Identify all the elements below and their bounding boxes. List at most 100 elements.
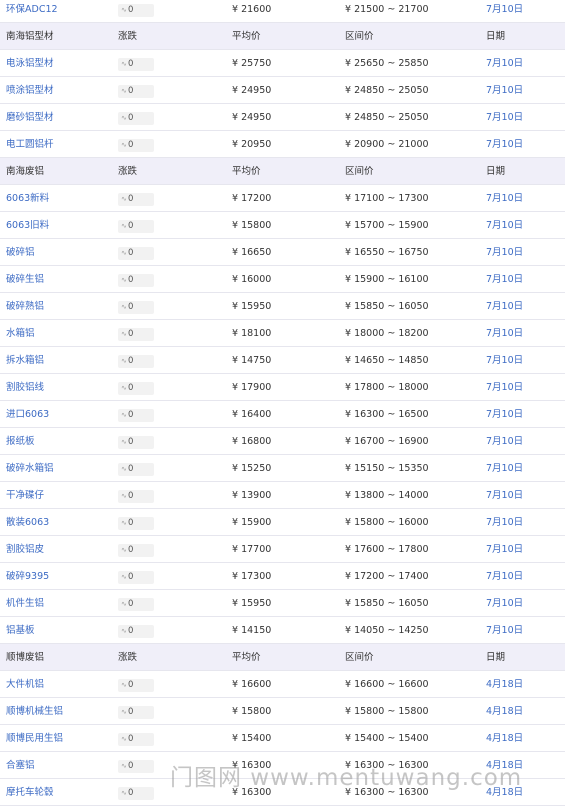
- product-name-link[interactable]: 拆水箱铝: [6, 347, 44, 374]
- change-value: 0: [128, 221, 134, 231]
- product-name-link[interactable]: 破碎生铝: [6, 266, 44, 293]
- range-high: 16900: [398, 436, 429, 447]
- date-link[interactable]: 7月10日: [486, 455, 523, 482]
- date-link[interactable]: 7月10日: [486, 212, 523, 239]
- change-cell: ∿ 0: [118, 0, 154, 23]
- range-high: 15800: [398, 706, 429, 717]
- currency-symbol: ¥: [345, 85, 352, 96]
- average-price: ¥ 16300: [232, 779, 271, 806]
- product-name-link[interactable]: 散装6063: [6, 509, 49, 536]
- wave-icon: ∿: [121, 222, 127, 230]
- product-name-link[interactable]: 6063新料: [6, 185, 49, 212]
- date-link[interactable]: 7月10日: [486, 509, 523, 536]
- product-name-link[interactable]: 磨砂铝型材: [6, 104, 54, 131]
- range-separator: ~: [384, 328, 399, 339]
- currency-symbol: ¥: [232, 301, 239, 312]
- wave-icon: ∿: [121, 465, 127, 473]
- date-link[interactable]: 7月10日: [486, 563, 523, 590]
- change-value: 0: [128, 275, 134, 285]
- date-link[interactable]: 7月10日: [486, 266, 523, 293]
- date-link[interactable]: 7月10日: [486, 185, 523, 212]
- range-price: ¥ 14650 ~ 14850: [345, 347, 429, 374]
- date-link[interactable]: 7月10日: [486, 482, 523, 509]
- range-low: 15800: [354, 706, 385, 717]
- column-header-change: 涨跌: [118, 166, 138, 177]
- wave-icon: ∿: [121, 60, 127, 68]
- currency-symbol: ¥: [345, 139, 352, 150]
- product-name-link[interactable]: 割胶铝线: [6, 374, 44, 401]
- date-link[interactable]: 7月10日: [486, 293, 523, 320]
- product-name-link[interactable]: 电工圆铝杆: [6, 131, 54, 158]
- change-badge: ∿ 0: [118, 301, 154, 314]
- product-name-link[interactable]: 水箱铝: [6, 320, 35, 347]
- product-name-link[interactable]: 报纸板: [6, 428, 35, 455]
- product-name-link[interactable]: 机件生铝: [6, 590, 44, 617]
- change-value: 0: [128, 5, 134, 15]
- product-name-link[interactable]: 顺博民用生铝: [6, 725, 63, 752]
- date-link[interactable]: 7月10日: [486, 401, 523, 428]
- currency-symbol: ¥: [345, 571, 352, 582]
- range-separator: ~: [384, 679, 399, 690]
- change-cell: ∿ 0: [118, 185, 154, 212]
- date-link[interactable]: 4月18日: [486, 671, 523, 698]
- product-name-link[interactable]: 破碎铝: [6, 239, 35, 266]
- date-link[interactable]: 7月10日: [486, 320, 523, 347]
- table-row: 电泳铝型材 ∿ 0 ¥ 25750 ¥ 25650 ~ 25850 7月10日: [0, 50, 565, 77]
- average-price-value: 17200: [241, 193, 272, 204]
- product-name-link[interactable]: 破碎9395: [6, 563, 49, 590]
- range-separator: ~: [384, 544, 399, 555]
- range-high: 25050: [398, 112, 429, 123]
- product-name-link[interactable]: 破碎熟铝: [6, 293, 44, 320]
- average-price-value: 21600: [241, 4, 272, 15]
- wave-icon: ∿: [121, 708, 127, 716]
- product-name-link[interactable]: 6063旧料: [6, 212, 49, 239]
- date-link[interactable]: 4月18日: [486, 779, 523, 806]
- date-link[interactable]: 4月18日: [486, 752, 523, 779]
- product-name-link[interactable]: 环保ADC12: [6, 0, 58, 23]
- date-link[interactable]: 7月10日: [486, 131, 523, 158]
- product-name-link[interactable]: 干净碟仔: [6, 482, 44, 509]
- range-price: ¥ 16700 ~ 16900: [345, 428, 429, 455]
- product-name-link[interactable]: 大件机铝: [6, 671, 44, 698]
- product-name-link[interactable]: 铝基板: [6, 617, 35, 644]
- date-link[interactable]: 7月10日: [486, 77, 523, 104]
- date-link[interactable]: 7月10日: [486, 104, 523, 131]
- product-name-link[interactable]: 进口6063: [6, 401, 49, 428]
- date-link[interactable]: 7月10日: [486, 239, 523, 266]
- product-name-link[interactable]: 破碎水箱铝: [6, 455, 54, 482]
- column-header-avg-price: 平均价: [232, 166, 261, 177]
- range-separator: ~: [384, 787, 399, 798]
- range-separator: ~: [384, 571, 399, 582]
- product-name-link[interactable]: 电泳铝型材: [6, 50, 54, 77]
- date-link[interactable]: 7月10日: [486, 590, 523, 617]
- range-separator: ~: [384, 760, 399, 771]
- change-badge: ∿ 0: [118, 193, 154, 206]
- date-link[interactable]: 4月18日: [486, 698, 523, 725]
- average-price: ¥ 15250: [232, 455, 271, 482]
- date-link[interactable]: 7月10日: [486, 536, 523, 563]
- column-header-change: 涨跌: [118, 31, 138, 42]
- date-link[interactable]: 7月10日: [486, 347, 523, 374]
- range-price: ¥ 21500 ~ 21700: [345, 0, 429, 23]
- product-name-link[interactable]: 顺博机械生铝: [6, 698, 63, 725]
- average-price: ¥ 16650: [232, 239, 271, 266]
- product-name-link[interactable]: 摩托车轮毂: [6, 779, 54, 806]
- change-value: 0: [128, 707, 134, 717]
- date-link[interactable]: 7月10日: [486, 0, 523, 23]
- product-name-link[interactable]: 喷涂铝型材: [6, 77, 54, 104]
- change-badge: ∿ 0: [118, 409, 154, 422]
- table-row: 磨砂铝型材 ∿ 0 ¥ 24950 ¥ 24850 ~ 25050 7月10日: [0, 104, 565, 131]
- product-name-link[interactable]: 合塞铝: [6, 752, 35, 779]
- date-link[interactable]: 4月18日: [486, 725, 523, 752]
- range-high: 16050: [398, 301, 429, 312]
- date-link[interactable]: 7月10日: [486, 617, 523, 644]
- date-link[interactable]: 7月10日: [486, 428, 523, 455]
- range-low: 17100: [354, 193, 385, 204]
- change-badge: ∿ 0: [118, 517, 154, 530]
- change-value: 0: [128, 383, 134, 393]
- date-link[interactable]: 7月10日: [486, 50, 523, 77]
- date-link[interactable]: 7月10日: [486, 374, 523, 401]
- product-name-link[interactable]: 割胶铝皮: [6, 536, 44, 563]
- change-value: 0: [128, 626, 134, 636]
- currency-symbol: ¥: [232, 382, 239, 393]
